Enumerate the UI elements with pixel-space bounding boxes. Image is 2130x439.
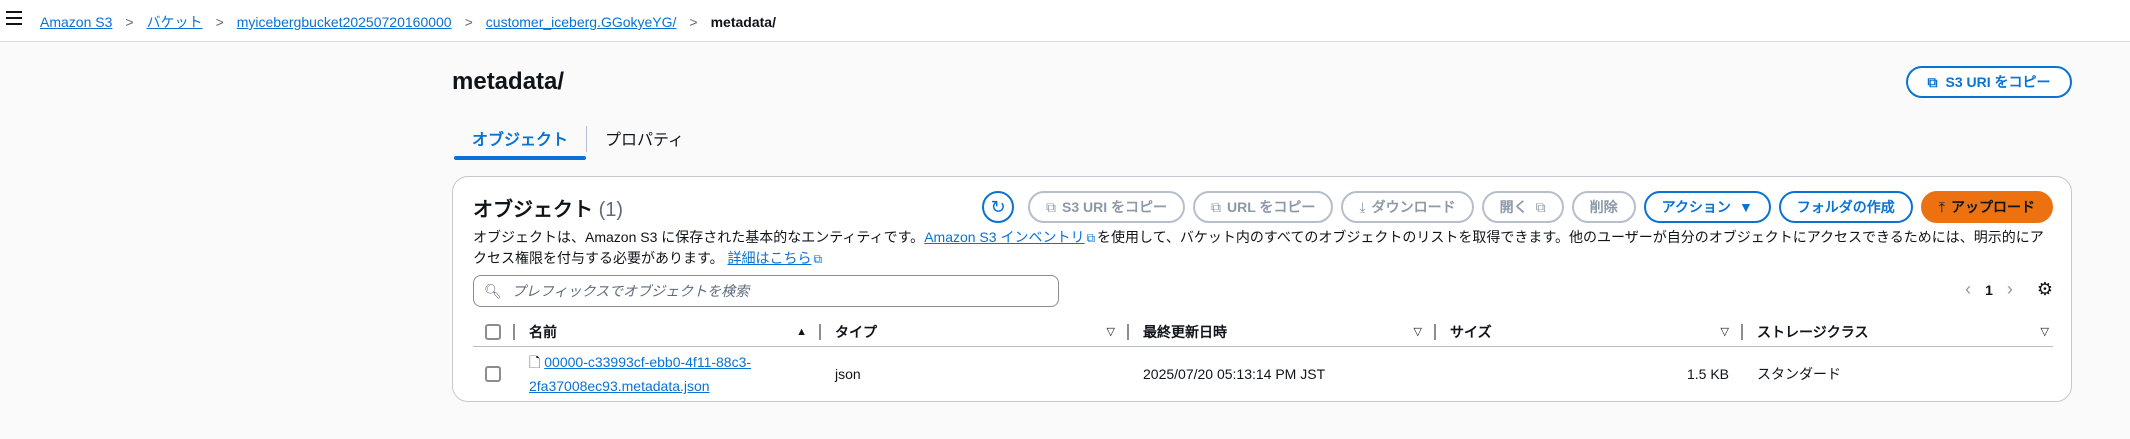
download-button[interactable]: ⤓ ダウンロード xyxy=(1341,191,1474,223)
search-placeholder: プレフィックスでオブジェクトを検索 xyxy=(511,283,750,299)
caret-down-icon: ▼ xyxy=(1738,199,1753,215)
pagination: ‹ 1 › ⚙ xyxy=(1965,279,2053,300)
table-row: 🗋 00000-c33993cf-ebb0-4f11-88c3- 2fa37008… xyxy=(473,349,2053,399)
column-name[interactable]: 名前 ▲ xyxy=(515,317,821,346)
select-all-checkbox[interactable] xyxy=(485,323,501,340)
sort-icon: ▽ xyxy=(1720,326,1729,338)
row-select-cell xyxy=(473,366,515,382)
tab-bar: オブジェクト プロパティ xyxy=(454,118,702,160)
objects-count: (1) xyxy=(598,199,624,221)
page-title: metadata/ xyxy=(452,68,565,95)
actions-label: アクション xyxy=(1661,199,1731,215)
download-label: ダウンロード xyxy=(1371,199,1456,215)
breadcrumb: Amazon S3 > バケット > myicebergbucket202507… xyxy=(40,12,776,32)
column-type-label: タイプ xyxy=(835,323,877,340)
inventory-link[interactable]: Amazon S3 インベントリ xyxy=(924,229,1084,245)
object-last-modified-cell: 2025/07/20 05:13:14 PM JST xyxy=(1143,366,1326,382)
refresh-button[interactable]: ↻ xyxy=(981,191,1014,223)
copy-url-button[interactable]: ⧉ URL をコピー xyxy=(1193,191,1334,223)
copy-url-label: URL をコピー xyxy=(1227,199,1316,215)
page-number[interactable]: 1 xyxy=(1985,282,1993,298)
upload-label: アップロード xyxy=(1951,199,2035,215)
tab-properties[interactable]: プロパティ xyxy=(587,118,702,160)
objects-header: オブジェクト (1) xyxy=(473,193,623,222)
next-page-icon[interactable]: › xyxy=(2007,279,2013,300)
column-storage-class[interactable]: ストレージクラス ▽ xyxy=(1743,317,2053,346)
column-storage-class-label: ストレージクラス xyxy=(1757,323,1869,340)
create-folder-button[interactable]: フォルダの作成 xyxy=(1778,191,1913,223)
objects-title: オブジェクト xyxy=(473,199,593,221)
object-type-cell: json xyxy=(835,366,861,382)
learn-more-link[interactable]: 詳細はこちら xyxy=(728,250,812,266)
object-name-link-continued[interactable]: 2fa37008ec93.metadata.json xyxy=(529,376,821,396)
search-icon: 🔍︎ xyxy=(484,282,502,299)
breadcrumb-buckets[interactable]: バケット xyxy=(147,12,203,32)
sort-icon: ▽ xyxy=(1413,326,1422,338)
objects-description: オブジェクトは、Amazon S3 に保存された基本的なエンティティです。Ama… xyxy=(473,227,2053,269)
create-folder-label: フォルダの作成 xyxy=(1796,199,1895,215)
select-all-column xyxy=(473,317,515,346)
file-icon: 🗋 xyxy=(529,354,541,370)
refresh-icon: ↻ xyxy=(990,196,1006,217)
breadcrumb-separator: > xyxy=(464,14,473,30)
objects-toolbar: ↻ ⧉ S3 URI をコピー ⧉ URL をコピー ⤓ ダウンロード 開く ⧉… xyxy=(981,191,2053,223)
row-checkbox[interactable] xyxy=(485,366,501,382)
external-link-icon: ⧉ xyxy=(1535,198,1546,215)
breadcrumb-amazon-s3[interactable]: Amazon S3 xyxy=(40,14,112,30)
sort-icon: ▽ xyxy=(2040,326,2049,338)
breadcrumb-bucket[interactable]: myicebergbucket20250720160000 xyxy=(237,14,452,30)
breadcrumb-separator: > xyxy=(125,14,134,30)
object-name-link[interactable]: 00000-c33993cf-ebb0-4f11-88c3- xyxy=(544,354,751,370)
copy-s3-uri-label: S3 URI をコピー xyxy=(1945,74,2051,90)
download-icon: ⤓ xyxy=(1359,198,1366,215)
upload-icon: ⤒ xyxy=(1938,198,1945,215)
search-input[interactable]: 🔍︎ プレフィックスでオブジェクトを検索 xyxy=(473,275,1059,307)
column-name-label: 名前 xyxy=(529,323,557,340)
menu-icon[interactable] xyxy=(6,11,22,27)
column-last-modified-label: 最終更新日時 xyxy=(1143,323,1227,340)
table-header: 名前 ▲ タイプ ▽ 最終更新日時 ▽ サイズ ▽ ストレージクラス ▽ xyxy=(473,317,2053,347)
object-size-cell: 1.5 KB xyxy=(1686,366,1729,382)
tab-objects[interactable]: オブジェクト xyxy=(454,118,587,160)
gear-icon[interactable]: ⚙ xyxy=(2037,279,2053,300)
actions-dropdown[interactable]: アクション ▼ xyxy=(1643,191,1771,223)
prev-page-icon[interactable]: ‹ xyxy=(1965,279,1971,300)
description-text: オブジェクトは、Amazon S3 に保存された基本的なエンティティです。 xyxy=(473,229,925,245)
object-name-cell: 🗋 00000-c33993cf-ebb0-4f11-88c3- 2fa37008… xyxy=(515,352,821,396)
open-label: 開く xyxy=(1499,199,1528,215)
upload-button[interactable]: ⤒ アップロード xyxy=(1920,191,2053,223)
column-size-label: サイズ xyxy=(1450,323,1492,340)
copy-s3-uri-label: S3 URI をコピー xyxy=(1061,199,1167,215)
copy-icon: ⧉ xyxy=(1211,198,1221,215)
open-button[interactable]: 開く ⧉ xyxy=(1481,191,1564,223)
top-navigation: Amazon S3 > バケット > myicebergbucket202507… xyxy=(0,0,2130,42)
column-last-modified[interactable]: 最終更新日時 ▽ xyxy=(1129,317,1436,346)
copy-s3-uri-header-button[interactable]: ⧉ S3 URI をコピー xyxy=(1906,66,2072,98)
objects-panel: オブジェクト (1) ↻ ⧉ S3 URI をコピー ⧉ URL をコピー ⤓ … xyxy=(452,176,2072,402)
delete-label: 削除 xyxy=(1589,199,1618,215)
breadcrumb-folder[interactable]: customer_iceberg.GGokyeYG/ xyxy=(486,14,677,30)
sort-icon: ▽ xyxy=(1106,326,1115,338)
delete-button[interactable]: 削除 xyxy=(1571,191,1636,223)
breadcrumb-separator: > xyxy=(215,14,224,30)
breadcrumb-current: metadata/ xyxy=(710,14,776,30)
external-link-icon: ⧉ xyxy=(813,252,823,266)
object-storage-class-cell: スタンダード xyxy=(1757,366,1841,382)
copy-s3-uri-button[interactable]: ⧉ S3 URI をコピー xyxy=(1027,191,1185,223)
copy-icon: ⧉ xyxy=(1045,198,1056,215)
column-size[interactable]: サイズ ▽ xyxy=(1436,317,1743,346)
sort-ascending-icon: ▲ xyxy=(796,325,807,338)
external-link-icon: ⧉ xyxy=(1086,231,1096,245)
column-type[interactable]: タイプ ▽ xyxy=(821,317,1129,346)
copy-icon: ⧉ xyxy=(1927,73,1938,90)
breadcrumb-separator: > xyxy=(689,14,698,30)
